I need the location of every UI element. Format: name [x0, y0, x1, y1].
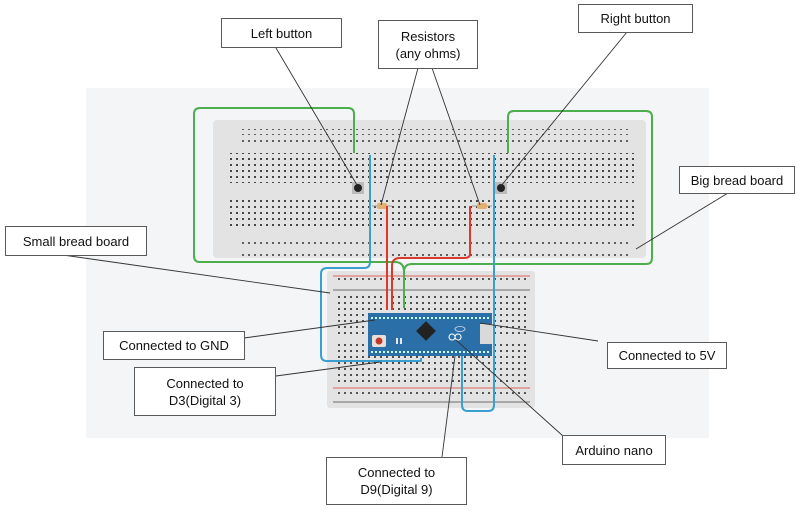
callout-resistors: Resistors (any ohms) — [378, 20, 478, 69]
leader-big-breadboard — [635, 192, 729, 250]
callout-small-breadboard: Small bread board — [5, 226, 147, 256]
callout-right-button: Right button — [578, 4, 693, 33]
right-button-component — [495, 182, 507, 194]
callout-big-breadboard: Big bread board — [679, 166, 795, 194]
callout-d9: Connected to D9(Digital 9) — [326, 457, 467, 505]
callout-left-button: Left button — [221, 18, 342, 48]
callout-gnd: Connected to GND — [103, 331, 245, 360]
callout-arduino: Arduino nano — [562, 435, 666, 465]
callout-5v: Connected to 5V — [607, 342, 727, 369]
callout-d3: Connected to D3(Digital 3) — [134, 367, 276, 416]
arduino-nano — [368, 313, 492, 356]
big-breadboard — [213, 120, 646, 258]
circuit-diagram — [62, 31, 729, 458]
left-button-component — [352, 182, 364, 194]
